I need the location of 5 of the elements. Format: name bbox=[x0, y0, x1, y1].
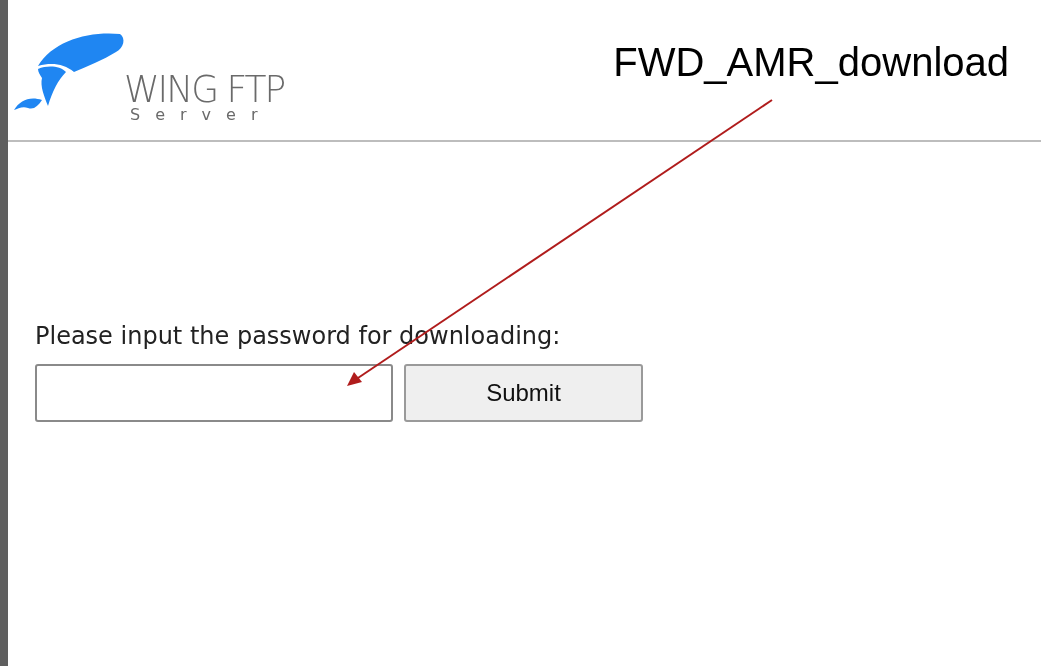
password-field[interactable] bbox=[35, 364, 393, 422]
logo-name: WING FTP bbox=[124, 70, 285, 108]
submit-button[interactable]: Submit bbox=[404, 364, 643, 422]
logo-subtitle: Server bbox=[130, 107, 274, 123]
annotation-label: FWD_AMR_download bbox=[613, 40, 1009, 85]
